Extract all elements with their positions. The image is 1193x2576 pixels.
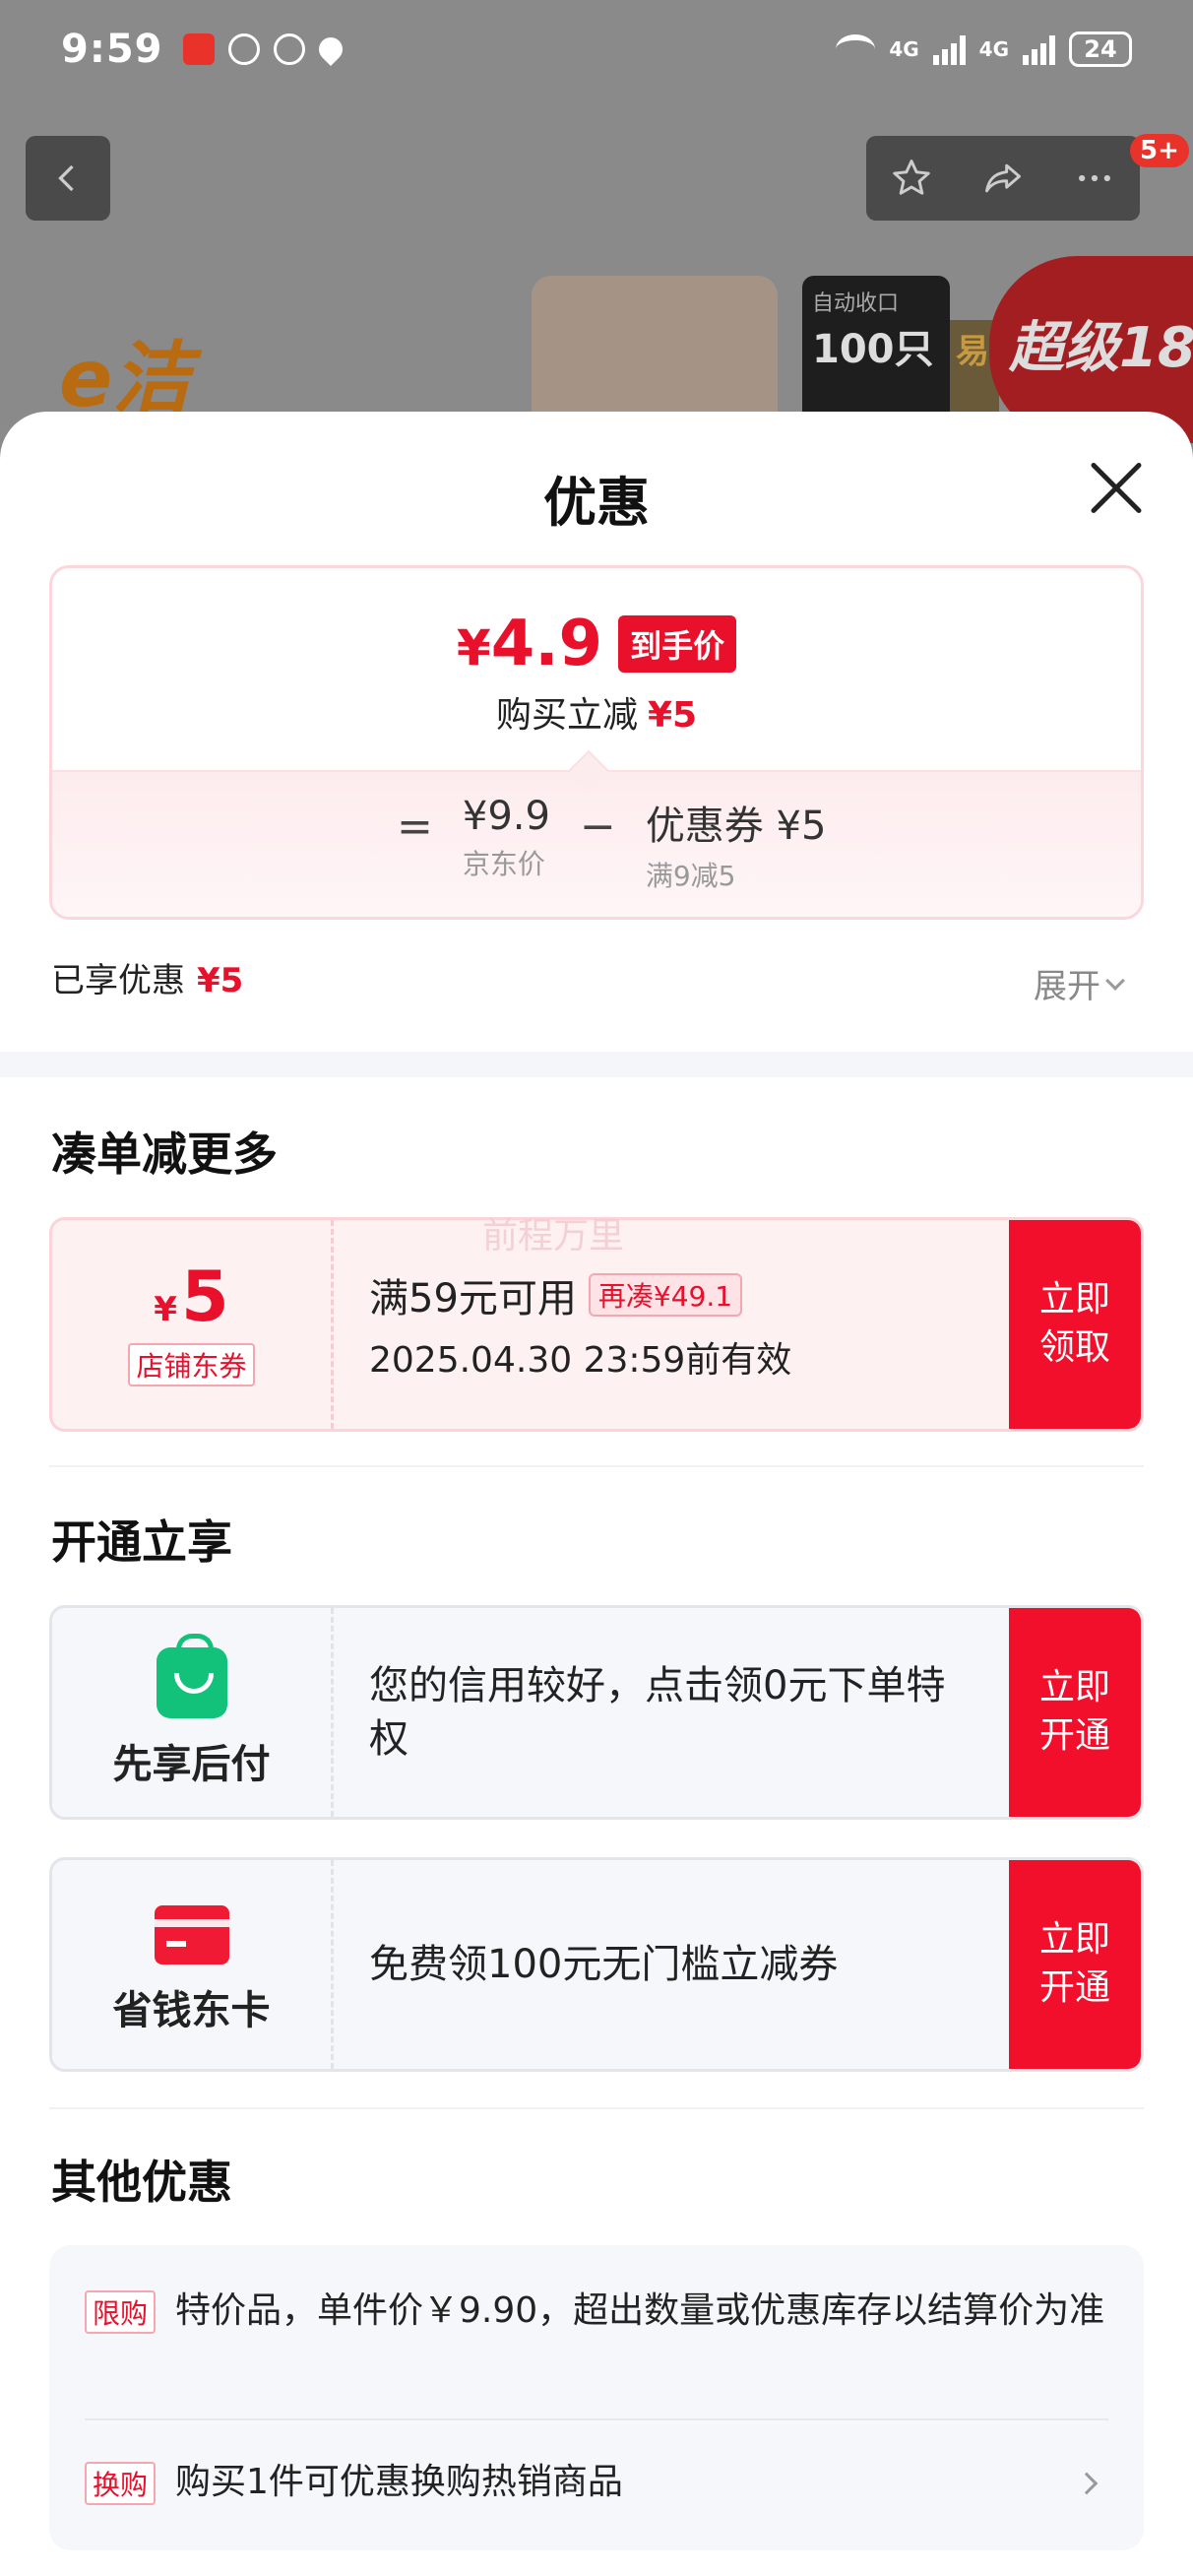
wifi-icon [836, 34, 876, 64]
section-title-more: 凑单减更多 [51, 1127, 278, 1181]
battery-icon: 24 [1069, 32, 1132, 67]
signal-icon-2 [1023, 33, 1055, 65]
price-card: ¥4.9 到手价 购买立减 ¥5 = ¥9.9 京东价 − 优惠券 ¥5 满9减5 [49, 565, 1144, 920]
offer-row-exchange[interactable]: 换购 购买1件可优惠换购热销商品 [85, 2458, 1108, 2507]
coupon-amount: ¥5 [154, 1262, 228, 1331]
minus-sign: − [579, 802, 616, 852]
service-name: 省钱东卡 [112, 1988, 271, 2033]
more-icon[interactable] [1073, 157, 1116, 200]
coupon-condition-row: 满59元可用 再凑¥49.1 [369, 1266, 1009, 1323]
coupon-expiry: 2025.04.30 23:59前有效 [369, 1340, 792, 1381]
speed-icon [227, 33, 260, 65]
offer-text: 特价品，单件价￥9.90，超出数量或优惠库存以结算价为准 [175, 2290, 1105, 2331]
enjoyed-value: ¥5 [197, 961, 244, 1000]
claim-coupon-button[interactable]: 立即 领取 [1009, 1220, 1141, 1429]
service-brand: 先享后付 [52, 1608, 334, 1817]
coupon-deduction-value: 优惠券 ¥5 [645, 804, 827, 849]
activate-saving-card-button[interactable]: 立即 开通 [1009, 1860, 1141, 2069]
back-button[interactable] [26, 136, 110, 221]
activate-label: 立即 开通 [1038, 1667, 1110, 1756]
coupon-deduction-label: 满9减5 [645, 860, 736, 892]
signal-icon [932, 33, 966, 65]
section-divider [49, 2107, 1144, 2109]
service-card-saving-card: 省钱东卡 免费领100元无门槛立减券 立即 开通 [49, 1857, 1144, 2072]
service-description: 免费领100元无门槛立减券 [334, 1860, 1009, 2069]
other-offers-box: 限购 特价品，单件价￥9.90，超出数量或优惠库存以结算价为准 换购 购买1件可… [49, 2245, 1144, 2550]
offer-tag: 限购 [85, 2290, 157, 2334]
discount-sheet: 优惠 ¥4.9 到手价 购买立减¥5 = ¥9.9 京东价 − 优惠券 ¥5 [0, 412, 1193, 2576]
original-price-label: 京东价 [462, 848, 545, 880]
activate-pay-later-button[interactable]: 立即 开通 [1009, 1608, 1141, 1817]
currency-symbol: ¥ [456, 619, 491, 676]
box-line2: 100只 [812, 327, 934, 372]
offer-text: 购买1件可优惠换购热销商品 [175, 2462, 623, 2502]
section-gap [0, 1052, 1193, 1077]
enjoyed-discount: 已享优惠 ¥5 [51, 953, 243, 1001]
shopping-bag-icon [156, 1634, 227, 1718]
status-bar: 9:59 4G 4G 24 [0, 0, 1193, 98]
final-price: ¥4.9 [457, 608, 602, 680]
box-line1: 自动收口 [812, 291, 900, 316]
coupon-condition: 满59元可用 [369, 1276, 577, 1321]
coupon-deduction: 优惠券 ¥5 满9减5 [646, 794, 827, 894]
service-brand: 省钱东卡 [52, 1860, 334, 2069]
network-label: 4G [889, 37, 919, 61]
claim-coupon-label: 立即 领取 [1038, 1279, 1110, 1368]
equals-sign: = [397, 802, 433, 852]
watermark: 前程万里 [482, 1216, 625, 1256]
status-right: 4G 4G 24 [836, 32, 1132, 67]
product-banner: e洁 自动收口 100只 易 超级18 [0, 256, 1193, 443]
star-icon[interactable] [890, 157, 933, 200]
activate-label: 立即 开通 [1038, 1919, 1110, 2008]
original-price: ¥9.9 京东价 [463, 794, 550, 882]
service-text: 免费领100元无门槛立减券 [369, 1942, 839, 1987]
status-notification-icons [182, 32, 347, 66]
coupon-amount-value: 5 [180, 1256, 229, 1337]
chevron-down-icon [1105, 970, 1125, 991]
nav-actions [866, 136, 1140, 221]
offer-divider [85, 2418, 1108, 2420]
card-icon [154, 1905, 229, 1964]
background-page: 9:59 4G 4G 24 5+ e洁 自动收口 100只 易 超级18 [0, 0, 1193, 453]
final-price-tag: 到手价 [618, 615, 737, 673]
price-calculation: = ¥9.9 京东价 − 优惠券 ¥5 满9减5 [397, 794, 826, 894]
location-icon [313, 32, 347, 66]
enjoyed-label: 已享优惠 [51, 961, 185, 1000]
coupon-type-tag: 店铺东券 [128, 1343, 255, 1386]
final-price-row: ¥4.9 到手价 [52, 608, 1141, 680]
coupon-details: 满59元可用 再凑¥49.1 2025.04.30 23:59前有效 [334, 1220, 1009, 1429]
coupon-remaining-chip: 再凑¥49.1 [588, 1273, 743, 1317]
network-label-2: 4G [978, 37, 1009, 61]
instant-discount-label: 购买立减 [495, 695, 638, 736]
section-title-open: 开通立享 [51, 1515, 232, 1569]
price-summary: ¥4.9 到手价 购买立减 ¥5 [52, 568, 1141, 770]
instant-discount: 购买立减 ¥5 [52, 686, 1141, 738]
section-divider [49, 1465, 1144, 1467]
service-name: 先享后付 [112, 1742, 271, 1787]
offer-tag: 换购 [85, 2462, 157, 2505]
coupon-currency: ¥ [154, 1290, 177, 1329]
share-icon[interactable] [981, 157, 1025, 200]
chevron-right-icon [1075, 2472, 1099, 2495]
final-price-value: 4.9 [490, 608, 603, 680]
app-notification-icon [182, 33, 215, 65]
status-time: 9:59 [61, 27, 163, 72]
price-breakdown: = ¥9.9 京东价 − 优惠券 ¥5 满9减5 [52, 749, 1141, 917]
close-icon[interactable] [1088, 459, 1145, 516]
coupon-value-area: ¥5 店铺东券 [52, 1220, 334, 1429]
service-card-pay-later: 先享后付 您的信用较好，点击领0元下单特权 立即 开通 [49, 1605, 1144, 1820]
offer-row-limit: 限购 特价品，单件价￥9.90，超出数量或优惠库存以结算价为准 [85, 2286, 1108, 2336]
section-title-other: 其他优惠 [51, 2156, 232, 2209]
chevron-left-icon [58, 164, 74, 192]
message-badge: 5+ [1130, 134, 1189, 167]
sheet-title: 优惠 [543, 472, 650, 534]
service-description: 您的信用较好，点击领0元下单特权 [334, 1608, 1009, 1817]
service-text: 您的信用较好，点击领0元下单特权 [369, 1663, 946, 1762]
nfc-icon [273, 33, 305, 65]
original-price-value: ¥9.9 [462, 794, 550, 839]
expand-button[interactable]: 展开 [1034, 959, 1125, 1007]
expand-label: 展开 [1034, 967, 1100, 1006]
instant-discount-value: ¥5 [647, 695, 698, 736]
